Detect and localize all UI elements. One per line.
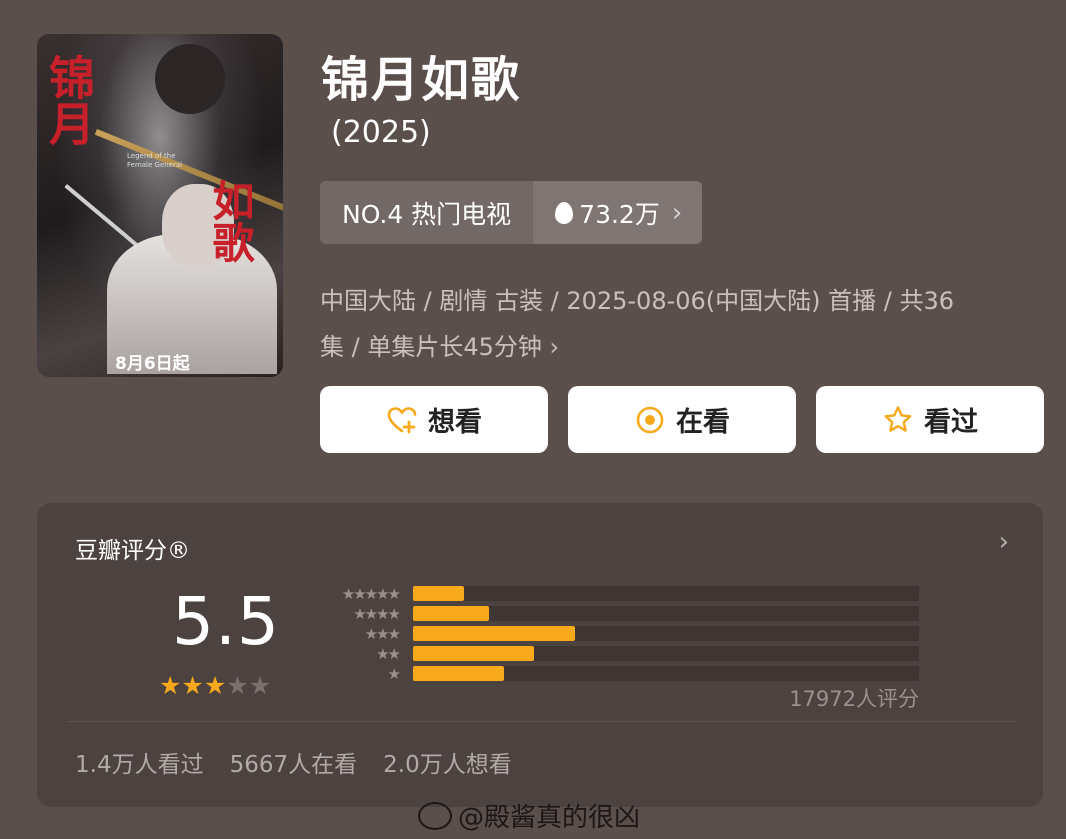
star-filled-icon: ★ — [181, 671, 204, 700]
distribution-bar — [413, 626, 575, 641]
audience-stats: 1.4万人看过 5667人在看 2.0万人想看 — [75, 745, 512, 779]
rating-count: 17972人评分 — [789, 687, 919, 711]
distribution-track — [413, 606, 919, 621]
watermark-text: @殿酱真的很凶 — [458, 803, 641, 833]
show-meta-info[interactable]: 中国大陆 / 剧情 古装 / 2025-08-06(中国大陆) 首播 / 共36… — [320, 278, 1035, 370]
watched-count[interactable]: 1.4万人看过 — [75, 745, 204, 779]
star-filled-icon: ★ — [203, 671, 227, 700]
distribution-bar — [413, 666, 505, 681]
distribution-bar — [413, 606, 489, 621]
distribution-track — [413, 666, 919, 681]
divider — [67, 721, 1017, 722]
watching-count[interactable]: 5667人在看 — [230, 745, 358, 779]
rank-label[interactable]: NO.4 热门电视 — [320, 181, 534, 244]
distribution-track — [413, 646, 919, 661]
distribution-bar — [413, 646, 535, 661]
distribution-bar — [413, 586, 464, 601]
douban-rating-card[interactable]: 豆瓣评分® › 5.5 ★★★★★ ★★★★★ ★★★★ ★★★ ★★ ★ 17… — [37, 503, 1043, 807]
poster-calligraphy-top: 锦月 — [42, 54, 96, 146]
chevron-right-icon[interactable]: › — [999, 527, 1009, 557]
watched-button[interactable]: 看过 — [816, 386, 1044, 453]
heat-indicator[interactable]: 73.2万 › — [533, 181, 703, 244]
distribution-track — [413, 586, 919, 601]
poster-premiere-date: 8月6日起 — [115, 354, 190, 374]
rating-stars: ★★★★★ — [159, 671, 271, 700]
distribution-track — [413, 626, 919, 641]
rating-card-title: 豆瓣评分® — [75, 538, 190, 564]
want-to-watch-button[interactable]: 想看 — [320, 386, 548, 453]
three-stars-icon: ★★★ — [364, 625, 401, 643]
watching-label: 在看 — [676, 407, 730, 438]
poster-english-title: Legend of the Female General — [127, 152, 183, 169]
star-empty-icon: ★ — [226, 671, 249, 700]
chevron-right-icon: › — [549, 333, 560, 361]
poster-figure-male — [155, 44, 225, 114]
weibo-watermark: @殿酱真的很凶 — [418, 797, 640, 834]
target-icon — [636, 406, 664, 433]
heart-plus-icon — [387, 406, 417, 433]
show-title: 锦月如歌 — [321, 52, 522, 108]
poster-calligraphy-bottom: 如歌 — [206, 179, 255, 263]
star-filled-icon: ★ — [159, 671, 182, 700]
meta-line-1: 中国大陆 / 剧情 古装 / 2025-08-06(中国大陆) 首播 / 共36 — [320, 287, 955, 315]
two-stars-icon: ★★ — [376, 645, 401, 663]
flame-icon — [555, 201, 574, 224]
four-stars-icon: ★★★★ — [353, 605, 401, 623]
rating-score: 5.5 — [172, 583, 280, 660]
star-empty-icon: ★ — [248, 671, 272, 700]
poster-image[interactable]: 锦月 如歌 Legend of the Female General 8月6日起 — [37, 34, 283, 377]
heat-value: 73.2万 — [579, 199, 660, 229]
weibo-icon — [418, 801, 452, 830]
watching-button[interactable]: 在看 — [568, 386, 796, 453]
chevron-right-icon: › — [671, 197, 683, 228]
show-year: (2025) — [331, 115, 431, 150]
five-stars-icon: ★★★★★ — [341, 585, 401, 603]
watched-label: 看过 — [924, 407, 978, 438]
meta-line-2: 集 / 单集片长45分钟 › — [320, 333, 560, 361]
ranking-pill[interactable]: NO.4 热门电视 73.2万 › — [320, 181, 703, 244]
want-count[interactable]: 2.0万人想看 — [383, 745, 512, 779]
want-label: 想看 — [428, 407, 482, 438]
one-star-icon: ★ — [387, 665, 401, 683]
star-outline-icon — [884, 405, 912, 432]
